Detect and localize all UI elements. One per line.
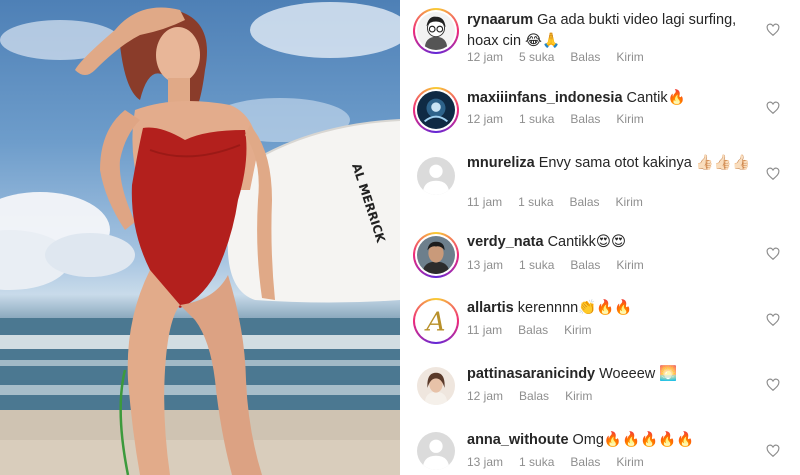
comment-text: verdy_nata Cantikk😍😍	[467, 232, 760, 253]
comment-meta: 13 jam 1 suka Balas Kirim	[467, 455, 660, 469]
fanclub-avatar-icon	[417, 91, 455, 129]
comment-time: 13 jam	[467, 455, 504, 469]
comment-username[interactable]: rynaarum	[467, 12, 533, 28]
comment-avatar[interactable]	[413, 153, 459, 199]
comment-meta: 12 jam 1 suka Balas Kirim	[467, 112, 660, 126]
comment-likes[interactable]: 1 suka	[519, 112, 554, 126]
comment-username[interactable]: verdy_nata	[467, 234, 544, 250]
comment-avatar[interactable]	[413, 363, 459, 409]
comment-message: Cantikk😍😍	[547, 234, 627, 250]
heart-icon[interactable]	[766, 167, 780, 181]
heart-icon[interactable]	[766, 378, 780, 392]
comment-text: mnureliza Envy sama otot kakinya 👍🏻👍🏻👍🏻	[467, 153, 760, 174]
heart-icon[interactable]	[766, 444, 780, 458]
comment-likes[interactable]: 1 suka	[519, 455, 554, 469]
send-button[interactable]: Kirim	[616, 455, 643, 469]
comment-username[interactable]: mnureliza	[467, 155, 535, 171]
send-button[interactable]: Kirim	[616, 112, 643, 126]
reply-button[interactable]: Balas	[570, 112, 600, 126]
comment-likes[interactable]: 1 suka	[518, 195, 553, 209]
heart-icon[interactable]	[766, 101, 780, 115]
reply-button[interactable]: Balas	[570, 455, 600, 469]
send-button[interactable]: Kirim	[565, 389, 592, 403]
comment-likes[interactable]: 1 suka	[519, 258, 554, 272]
comment-avatar[interactable]	[413, 232, 459, 278]
send-button[interactable]: Kirim	[616, 258, 643, 272]
send-button[interactable]: Kirim	[564, 323, 591, 337]
comment-meta: 13 jam 1 suka Balas Kirim	[467, 258, 660, 272]
comment-meta: 11 jam 1 suka Balas Kirim	[467, 195, 659, 209]
comment-message: kerennnn👏🔥🔥	[517, 300, 633, 316]
comment-meta: 11 jam Balas Kirim	[467, 323, 608, 337]
comment-time: 12 jam	[467, 50, 504, 64]
man-photo-avatar-icon	[417, 236, 455, 274]
comment-text: maxiiinfans_indonesia Cantik🔥	[467, 88, 760, 109]
letter-a-avatar-icon: A	[417, 302, 455, 340]
comment-meta: 12 jam Balas Kirim	[467, 389, 608, 403]
send-button[interactable]: Kirim	[616, 195, 643, 209]
comment-avatar[interactable]: A	[413, 298, 459, 344]
comment-text: anna_withoute Omg🔥🔥🔥🔥🔥	[467, 430, 760, 451]
comment-avatar[interactable]	[413, 428, 459, 474]
comment-time: 11 jam	[467, 323, 503, 337]
comment-text: rynaarum Ga ada bukti video lagi surfing,…	[467, 10, 760, 52]
comment-message: Woeeew 🌅	[599, 366, 678, 382]
comment-avatar[interactable]	[413, 87, 459, 133]
comment-username[interactable]: anna_withoute	[467, 432, 569, 448]
default-avatar-icon	[417, 432, 455, 470]
comment-username[interactable]: allartis	[467, 300, 514, 316]
heart-icon[interactable]	[766, 247, 780, 261]
comment-username[interactable]: maxiiinfans_indonesia	[467, 90, 623, 106]
reply-button[interactable]: Balas	[570, 195, 600, 209]
comment-message: Envy sama otot kakinya 👍🏻👍🏻👍🏻	[538, 155, 751, 171]
surfer-woman-illustration: AL MERRICK	[0, 2, 400, 475]
comment-avatar[interactable]	[413, 8, 459, 54]
default-avatar-icon	[417, 157, 455, 195]
comment-likes[interactable]: 5 suka	[519, 50, 554, 64]
glasses-girl-avatar-icon	[417, 12, 455, 50]
comment-message: Cantik🔥	[626, 90, 686, 106]
comment-time: 12 jam	[467, 389, 504, 403]
comment-time: 12 jam	[467, 112, 504, 126]
comment-message: Omg🔥🔥🔥🔥🔥	[572, 432, 695, 448]
comment-time: 11 jam	[467, 195, 503, 209]
comment-username[interactable]: pattinasaranicindy	[467, 366, 595, 382]
reply-button[interactable]: Balas	[570, 50, 600, 64]
reply-button[interactable]: Balas	[519, 389, 549, 403]
send-button[interactable]: Kirim	[616, 50, 643, 64]
heart-icon[interactable]	[766, 313, 780, 327]
comments-panel: rynaarum Ga ada bukti video lagi surfing,…	[400, 0, 800, 475]
comment-time: 13 jam	[467, 258, 504, 272]
post-photo[interactable]: AL MERRICK	[0, 0, 400, 475]
svg-text:A: A	[423, 307, 445, 338]
woman-photo-avatar-icon	[417, 367, 455, 405]
comment-text: pattinasaranicindy Woeeew 🌅	[467, 364, 760, 385]
comment-meta: 12 jam 5 suka Balas Kirim	[467, 50, 660, 64]
reply-button[interactable]: Balas	[570, 258, 600, 272]
reply-button[interactable]: Balas	[518, 323, 548, 337]
heart-icon[interactable]	[766, 23, 780, 37]
comment-text: allartis kerennnn👏🔥🔥	[467, 298, 760, 319]
